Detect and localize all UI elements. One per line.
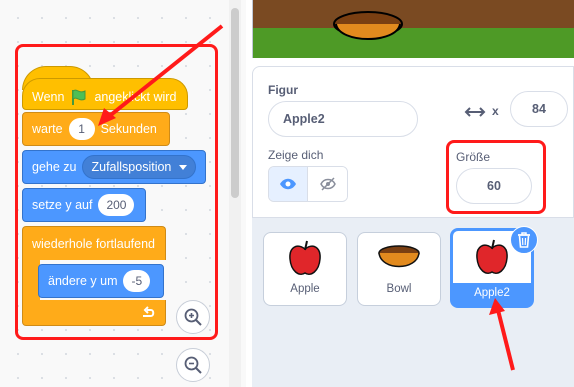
annotation-arrow-wait bbox=[98, 24, 224, 126]
annotation-arrow-sprite bbox=[489, 298, 515, 371]
annotation-arrows bbox=[98, 24, 515, 371]
